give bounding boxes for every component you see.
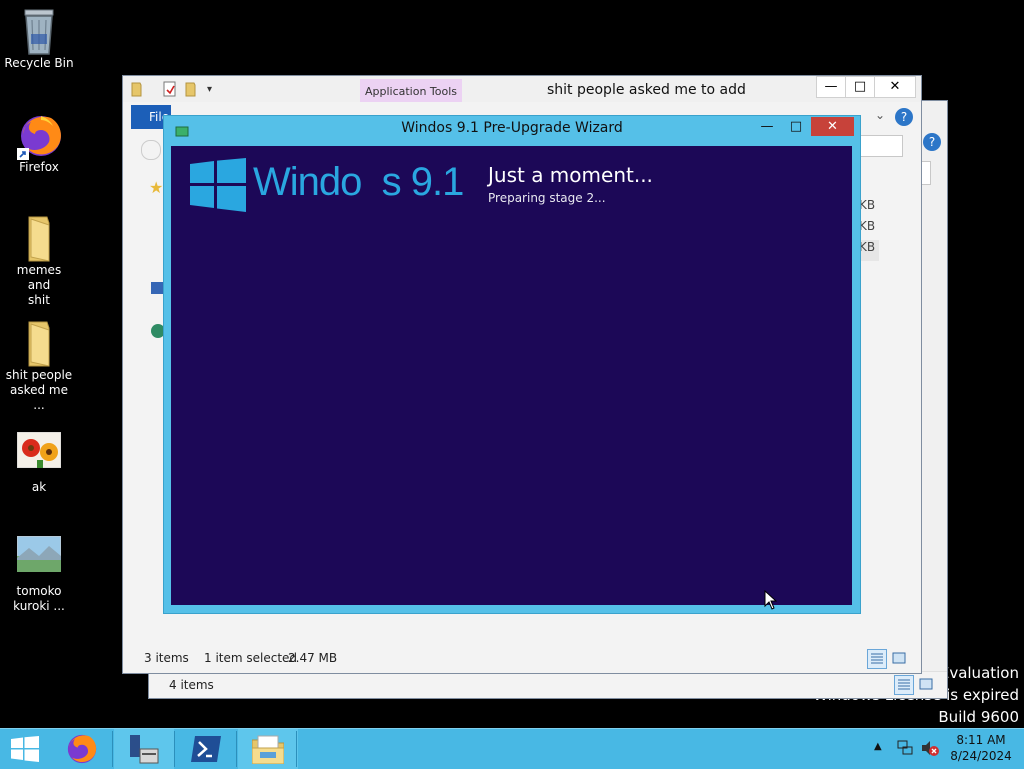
folder-icon	[131, 81, 145, 101]
file-size: KB	[859, 219, 876, 233]
large-icons-view-icon[interactable]	[890, 649, 908, 667]
taskbar-separator	[236, 731, 237, 767]
taskbar-separator	[296, 731, 297, 767]
desktop-icon-label: Firefox	[19, 160, 59, 174]
show-hidden-icons-button[interactable]: ▲	[874, 741, 882, 752]
close-button[interactable]: ✕	[874, 76, 916, 98]
taskbar-file-explorer[interactable]	[238, 729, 298, 769]
details-view-icon[interactable]	[894, 675, 914, 695]
taskbar-separator	[174, 731, 175, 767]
taskbar-separator	[112, 731, 113, 767]
desktop-icon-label: ak	[31, 480, 47, 494]
status-item-count: 3 items	[144, 651, 189, 665]
mouse-cursor-icon	[764, 589, 778, 614]
volume-muted-icon[interactable]	[920, 739, 940, 761]
wizard-subheading: Preparing stage 2...	[488, 191, 606, 205]
folder-icon	[17, 215, 61, 262]
folder-icon	[17, 320, 61, 367]
recycle-bin-icon	[17, 8, 61, 55]
new-folder-icon[interactable]	[185, 81, 199, 101]
help-icon[interactable]: ?	[923, 133, 941, 151]
desktop-icon-memes-folder[interactable]: memes and shit	[4, 215, 74, 308]
windows-logo-text: Windo s 9.1	[253, 160, 464, 204]
file-explorer-icon	[252, 735, 284, 764]
windows-logo-icon	[190, 158, 246, 216]
file-size: KB	[859, 240, 879, 261]
desktop-icon-tomoko[interactable]: tomoko kuroki ...	[4, 535, 74, 614]
taskbar: ▲ 8:11 AM 8/24/2024	[0, 728, 1024, 769]
wizard-heading: Just a moment...	[488, 163, 653, 187]
status-selection-size: 2.47 MB	[288, 651, 338, 665]
clock-date: 8/24/2024	[950, 749, 1012, 763]
close-button[interactable]: ✕	[811, 117, 854, 136]
large-icons-view-icon[interactable]	[917, 675, 935, 693]
context-tab-label: Application Tools	[364, 85, 458, 98]
flower-image-icon	[16, 431, 62, 476]
explorer-window-title: shit people asked me to add	[547, 82, 746, 98]
favorites-star-icon[interactable]: ★	[149, 178, 163, 197]
windows-start-icon	[11, 736, 39, 762]
minimize-button[interactable]: —	[816, 76, 846, 98]
properties-icon[interactable]	[163, 81, 177, 101]
minimize-button[interactable]: —	[753, 117, 781, 136]
desktop-icon-label: tomoko kuroki ...	[13, 584, 65, 613]
back-button[interactable]	[141, 140, 161, 160]
clock[interactable]: 8:11 AM 8/24/2024	[946, 732, 1016, 764]
customize-toolbar-chevron-icon[interactable]: ▾	[207, 84, 212, 95]
firefox-icon	[17, 112, 61, 160]
desktop-icon-label: shit people asked me ...	[5, 368, 73, 412]
server-manager-icon	[130, 735, 159, 764]
desktop-icon-firefox[interactable]: Firefox	[4, 112, 74, 175]
clock-time: 8:11 AM	[956, 733, 1006, 747]
wizard-content: Windo s 9.1 Just a moment... Preparing s…	[171, 146, 852, 605]
desktop-icon-ak[interactable]: ak	[4, 431, 74, 495]
maximize-button[interactable]: □	[845, 76, 875, 98]
upgrade-wizard-window[interactable]: Windos 9.1 Pre-Upgrade Wizard — □ ✕ Wind…	[163, 115, 861, 614]
details-view-icon[interactable]	[867, 649, 887, 669]
help-icon[interactable]: ?	[895, 108, 913, 126]
status-selection: 1 item selected	[204, 651, 298, 665]
ribbon-expand-chevron-icon[interactable]: ⌄	[875, 108, 885, 122]
landscape-image-icon	[16, 535, 62, 580]
taskbar-server-manager[interactable]	[114, 729, 174, 769]
status-bar: 4 items	[149, 671, 947, 698]
maximize-button[interactable]: □	[782, 117, 810, 136]
powershell-icon	[191, 736, 221, 762]
taskbar-powershell[interactable]	[176, 729, 236, 769]
explorer-titlebar[interactable]: ▾ Application Tools shit people asked me…	[123, 76, 921, 102]
network-tray-icon[interactable]	[896, 739, 914, 761]
firefox-icon	[67, 734, 97, 764]
start-button[interactable]	[0, 729, 50, 769]
file-size: KB	[859, 198, 876, 212]
desktop-icon-shit-people-folder[interactable]: shit people asked me ...	[4, 320, 74, 413]
file-size-column: KB KB KB	[859, 198, 879, 261]
watermark-line3: Build 9600	[938, 708, 1019, 726]
desktop-icon-recycle-bin[interactable]: Recycle Bin	[4, 8, 74, 71]
desktop-icon-label: memes and shit	[16, 263, 62, 307]
desktop-icon-label: Recycle Bin	[4, 56, 74, 70]
status-item-count: 4 items	[169, 678, 214, 692]
taskbar-firefox[interactable]	[52, 729, 112, 769]
context-tab-application-tools[interactable]: Application Tools	[360, 79, 462, 102]
status-bar: 3 items 1 item selected 2.47 MB	[123, 645, 921, 673]
